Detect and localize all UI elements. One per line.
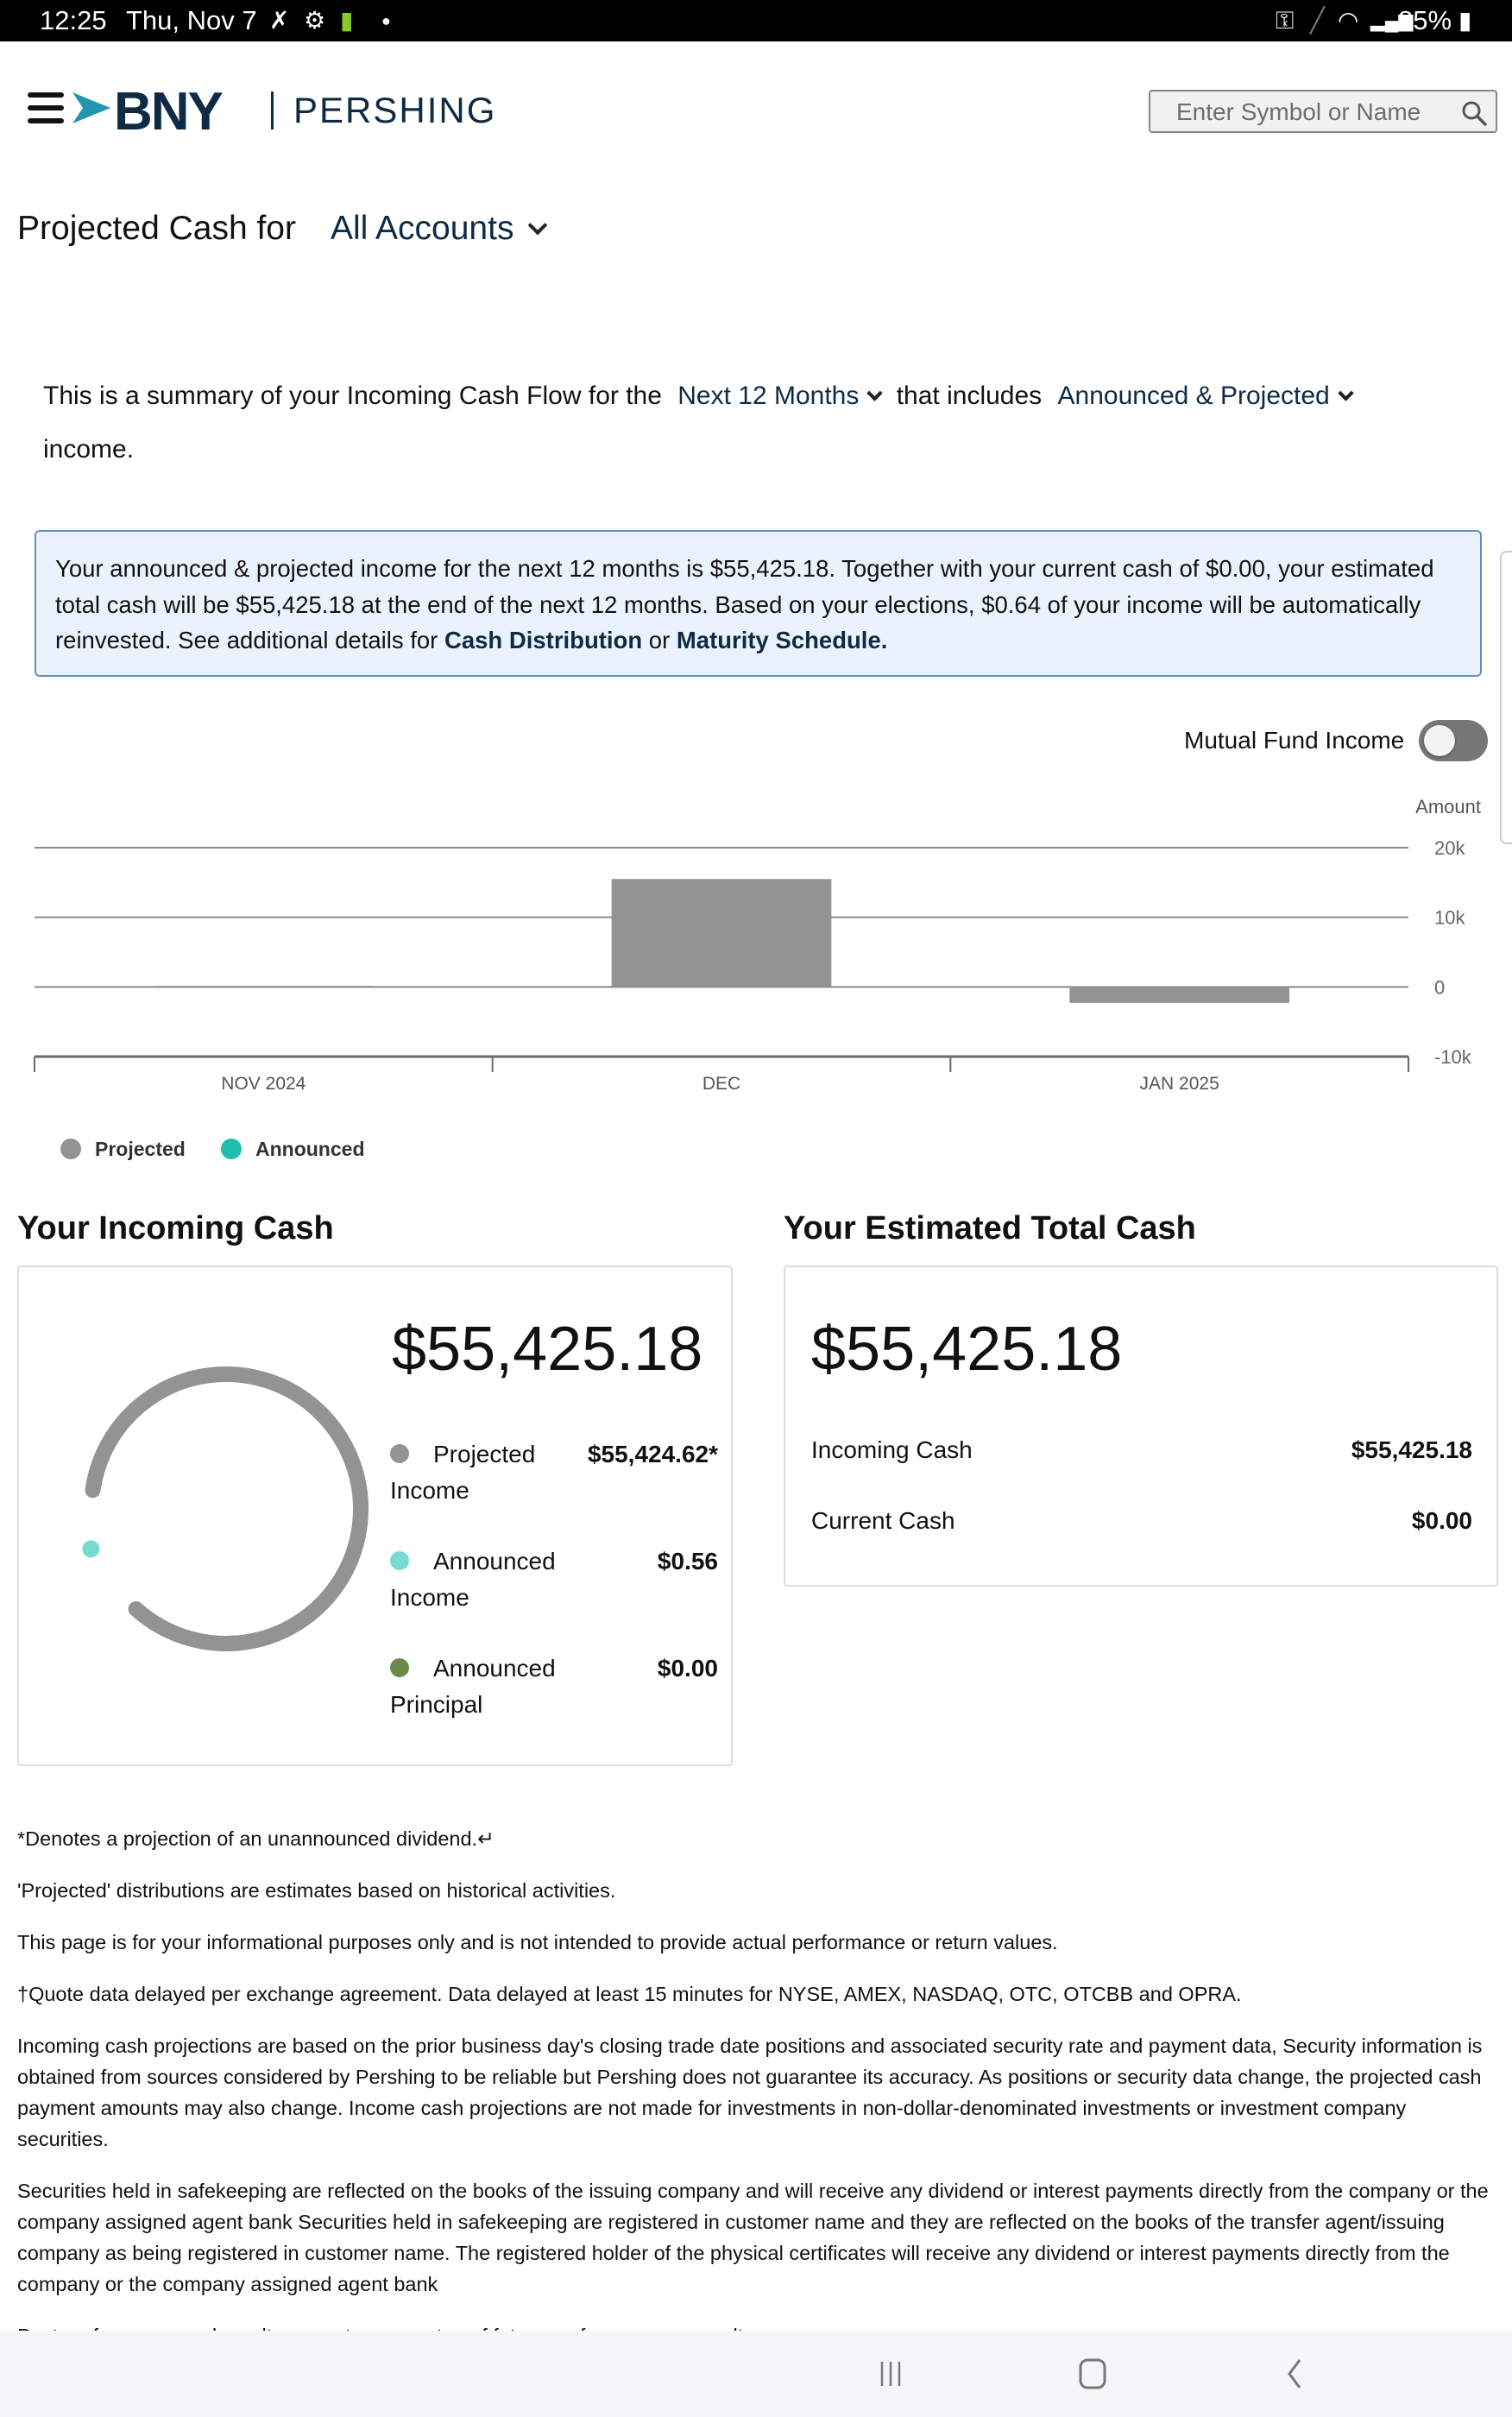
period-selector[interactable]: Next 12 Months — [677, 382, 884, 410]
account-selector-label: All Accounts — [331, 210, 514, 247]
income-info-box: Your announced & projected income for th… — [35, 530, 1482, 677]
chevron-down-icon — [866, 385, 884, 401]
footnotes: *Denotes a projection of an unannounced … — [17, 1823, 1502, 2372]
y-tick-label: 10k — [1434, 907, 1465, 929]
battery-level: 85% — [1398, 5, 1452, 35]
logo-pershing: PERSHING — [293, 90, 497, 130]
android-icon: ▮ — [340, 7, 354, 34]
donut-slice-announced-income — [82, 1540, 100, 1558]
footnote: Incoming cash projections are based on t… — [17, 2035, 1483, 2150]
legend-dot-announced — [221, 1138, 242, 1159]
y-axis-label: Amount — [1415, 796, 1481, 817]
row-value: $55,425.18 — [1351, 1436, 1472, 1463]
symbol-search[interactable] — [1149, 90, 1497, 133]
footnote: 'Projected' distributions are estimates … — [17, 1879, 616, 1902]
gear-icon: ⚙ — [304, 7, 326, 34]
mutual-fund-toggle-label: Mutual Fund Income — [1184, 727, 1405, 754]
breakdown-label: Projected — [433, 1441, 536, 1467]
x-tick-label: NOV 2024 — [221, 1074, 306, 1094]
bar-projected — [611, 879, 832, 988]
chevron-down-icon — [528, 215, 548, 236]
legend-label: Announced — [255, 1138, 365, 1160]
footnote: †Quote data delayed per exchange agreeme… — [17, 1983, 1242, 2005]
breakdown-projected-income: Projected Income $55,424.62* — [390, 1436, 718, 1509]
wifi-icon: ◠ — [1338, 7, 1359, 34]
breakdown-label-2: Principal — [390, 1691, 483, 1718]
breakdown-label-2: Income — [390, 1477, 469, 1504]
breakdown-label: Announced — [433, 1548, 556, 1575]
row-label: Incoming Cash — [811, 1436, 973, 1463]
pen-icon: ╱ — [1310, 7, 1325, 34]
legend-item-announced[interactable]: Announced — [221, 1138, 365, 1161]
cash-flow-summary: This is a summary of your Incoming Cash … — [43, 369, 1493, 476]
income-type-selector[interactable]: Announced & Projected — [1057, 382, 1354, 410]
chevron-down-icon — [1338, 385, 1354, 401]
key-icon: ⚿ — [1276, 7, 1295, 34]
legend-label: Projected — [95, 1138, 186, 1160]
x-tick-label: JAN 2025 — [1140, 1074, 1219, 1094]
period-selector-label: Next 12 Months — [677, 382, 860, 410]
home-icon[interactable] — [1074, 2355, 1112, 2393]
estimated-total-amount: $55,425.18 — [811, 1315, 1123, 1384]
mutual-fund-income-toggle[interactable] — [1419, 720, 1488, 761]
y-tick-label: -10k — [1434, 1046, 1472, 1068]
status-bar: 12:25 Thu, Nov 7 ✗ ⚙ ▮ ● ⚿ ╱ ◠ ▂▄▆ 85% ▮ — [0, 0, 1512, 41]
projected-income-dot — [390, 1444, 409, 1463]
logo-divider — [271, 92, 274, 129]
row-label: Current Cash — [811, 1507, 955, 1534]
bar-projected — [1069, 987, 1290, 1003]
back-icon[interactable] — [1276, 2355, 1314, 2393]
status-date: Thu, Nov 7 — [126, 5, 257, 35]
footnote: This page is for your informational purp… — [17, 1931, 1058, 1953]
y-tick-label: 0 — [1434, 976, 1445, 998]
estimated-total-heading: Your Estimated Total Cash — [784, 1210, 1196, 1246]
incoming-cash-heading: Your Incoming Cash — [17, 1210, 334, 1246]
cash-flow-bar-chart: Amount NOV 2024 DEC JAN 2025 20k 10k 0 -10k — [34, 796, 1481, 1094]
status-time: 12:25 — [40, 5, 107, 35]
breakdown-announced-income: Announced Income $0.56 — [390, 1543, 718, 1616]
menu-button[interactable] — [28, 92, 64, 123]
income-type-label: Announced & Projected — [1057, 382, 1330, 410]
recent-apps-icon[interactable] — [872, 2355, 910, 2393]
dot-icon: ● — [381, 12, 391, 29]
summary-prefix: This is a summary of your Incoming Cash … — [43, 382, 662, 410]
account-selector[interactable]: All Accounts — [331, 210, 548, 248]
announced-principal-dot — [390, 1658, 409, 1677]
summary-middle: that includes — [896, 382, 1043, 410]
page-title: Projected Cash for — [17, 210, 296, 247]
y-tick-label: 20k — [1434, 837, 1465, 859]
battery-charging-icon: ▮ — [1458, 7, 1472, 34]
footnote: Securities held in safekeeping are refle… — [17, 2180, 1489, 2295]
incoming-cash-donut-chart — [82, 1366, 369, 1651]
incoming-cash-total: $55,425.18 — [392, 1315, 703, 1384]
search-input[interactable] — [1176, 97, 1444, 128]
announced-income-value: $0.56 — [657, 1548, 718, 1575]
footnote: *Denotes a projection of an unannounced … — [17, 1827, 495, 1850]
system-nav-bar — [0, 2331, 1512, 2417]
current-cash-row: Current Cash $0.00 — [811, 1507, 1472, 1535]
legend-item-projected[interactable]: Projected — [60, 1138, 186, 1161]
legend-dot-projected — [60, 1138, 81, 1159]
toggle-knob — [1424, 725, 1455, 756]
projected-income-value: $55,424.62* — [587, 1441, 718, 1467]
cash-distribution-link[interactable]: Cash Distribution — [444, 627, 642, 653]
breakdown-label-2: Income — [390, 1584, 469, 1611]
announced-principal-value: $0.00 — [657, 1655, 718, 1682]
info-text-between: or — [642, 627, 677, 653]
bar-projected — [153, 986, 374, 988]
breakdown-label: Announced — [433, 1655, 556, 1682]
tools-icon: ✗ — [269, 7, 290, 34]
row-value: $0.00 — [1411, 1507, 1472, 1534]
logo-bny[interactable]: BNY — [114, 81, 224, 142]
donut-slice-projected-income — [85, 1366, 369, 1651]
announced-income-dot — [390, 1551, 409, 1570]
x-tick-label: DEC — [702, 1074, 740, 1094]
estimated-total-card: $55,425.18 Incoming Cash $55,425.18 Curr… — [784, 1265, 1498, 1587]
summary-suffix: income. — [43, 435, 135, 464]
incoming-cash-row: Incoming Cash $55,425.18 — [811, 1436, 1472, 1464]
maturity-schedule-link[interactable]: Maturity Schedule. — [677, 627, 888, 653]
search-icon[interactable] — [1461, 100, 1487, 126]
breakdown-announced-principal: Announced Principal $0.00 — [390, 1650, 718, 1723]
incoming-cash-card: $55,425.18 Projected Income $55,424.62* … — [17, 1265, 733, 1766]
